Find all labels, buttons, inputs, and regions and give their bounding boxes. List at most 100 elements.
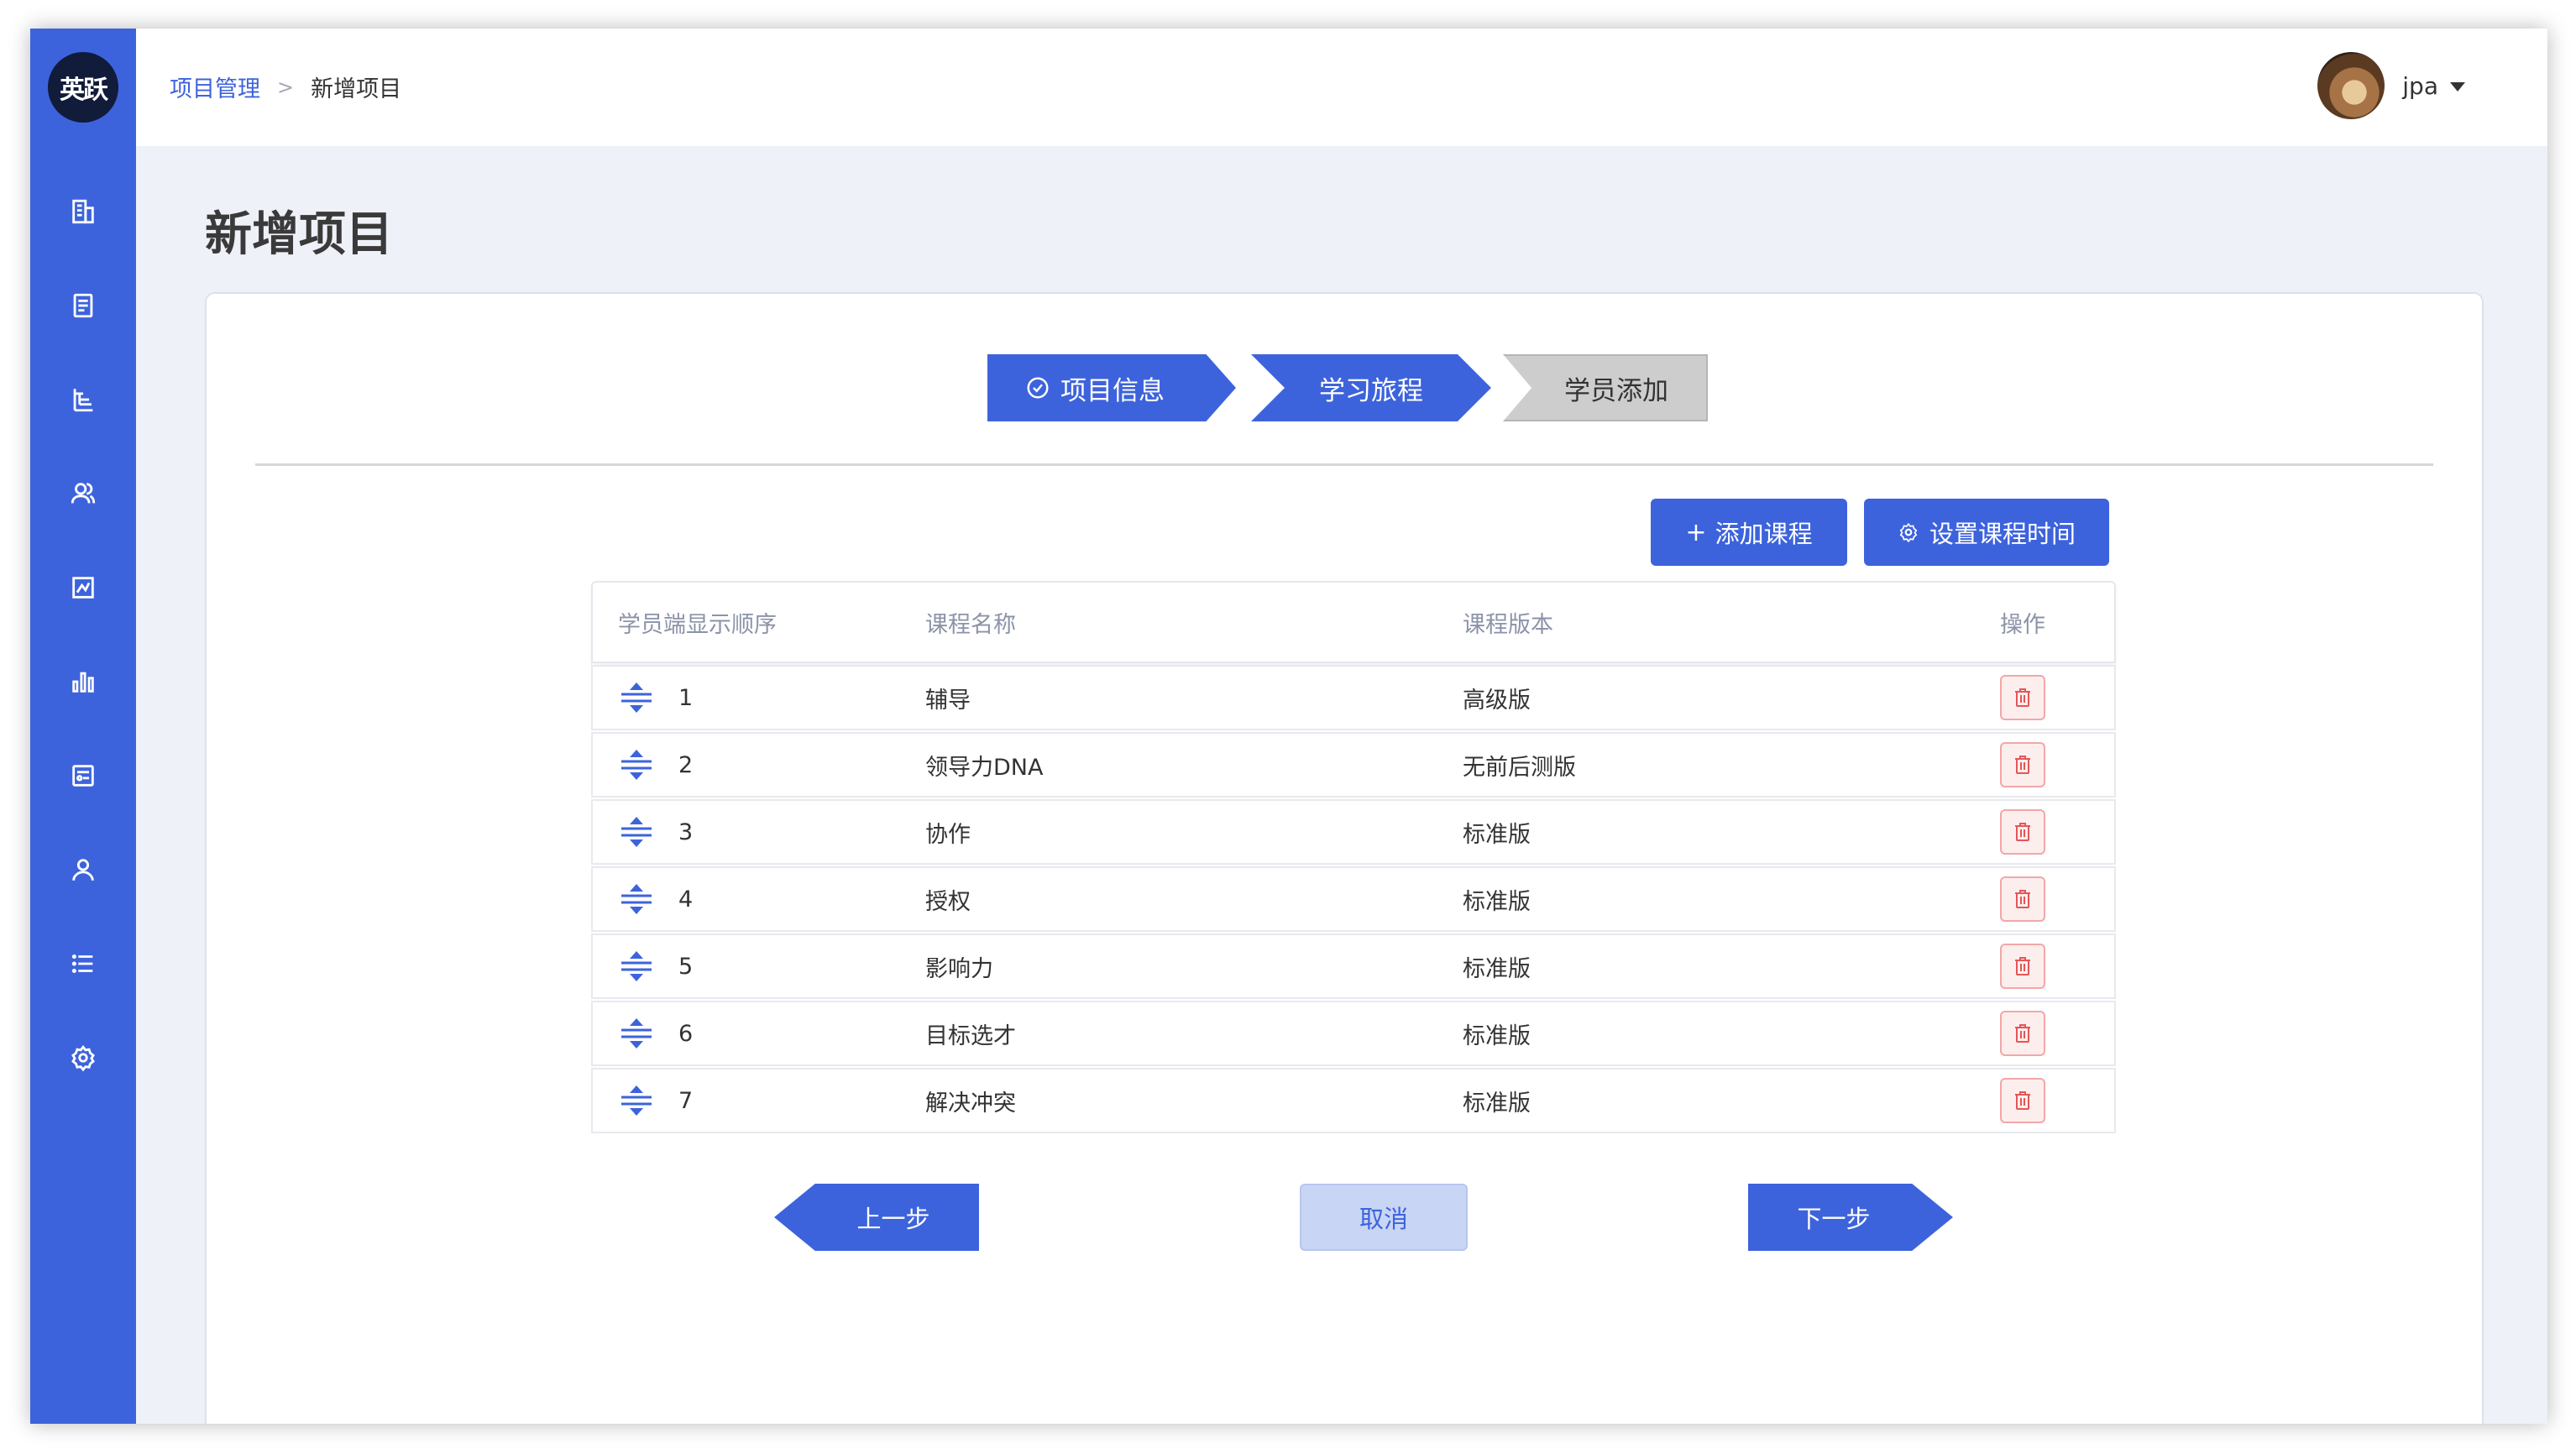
delete-button[interactable] xyxy=(2000,876,2045,922)
order-cell: 4 xyxy=(593,882,925,916)
app-logo[interactable]: 英跃 xyxy=(48,52,118,123)
order-value: 7 xyxy=(678,1087,694,1114)
page-title: 新增项目 xyxy=(205,207,393,262)
check-circle-icon xyxy=(1027,377,1049,399)
analytics-icon[interactable] xyxy=(66,571,100,604)
users-icon[interactable] xyxy=(66,477,100,510)
order-value: 6 xyxy=(678,1020,694,1047)
content-card: 项目信息 学习旅程 学员添加 + 添加课程 设置课程时间 学员端显示顺序 课程名… xyxy=(205,292,2484,1424)
course-name: 影响力 xyxy=(925,955,993,982)
list-icon[interactable] xyxy=(66,947,100,981)
user-icon[interactable] xyxy=(66,853,100,887)
delete-button[interactable] xyxy=(2000,809,2045,855)
document-icon[interactable] xyxy=(66,289,100,322)
previous-step-button[interactable]: 上一步 xyxy=(774,1184,979,1251)
course-version: 无前后测版 xyxy=(1463,754,1576,781)
trash-icon xyxy=(2015,688,2030,707)
actions-cell xyxy=(2000,944,2114,989)
trash-icon xyxy=(2015,823,2030,841)
add-course-label: 添加课程 xyxy=(1715,520,1813,548)
report-icon[interactable] xyxy=(66,759,100,792)
drag-sort-icon[interactable] xyxy=(618,1084,655,1117)
course-version: 标准版 xyxy=(1463,955,1531,982)
actions-cell xyxy=(2000,876,2114,922)
top-header: 项目管理 > 新增项目 jpa xyxy=(136,29,2547,146)
delete-button[interactable] xyxy=(2000,742,2045,787)
breadcrumb-project-management[interactable]: 项目管理 xyxy=(170,71,260,103)
course-name: 授权 xyxy=(925,888,971,915)
breadcrumb: 项目管理 > 新增项目 xyxy=(170,71,401,103)
app-window: 英跃 项目管理 > 新增项目 jpa 新增项目 项目信息 学习旅程 学员添加 +… xyxy=(30,29,2547,1424)
course-name: 辅导 xyxy=(925,687,971,714)
divider xyxy=(255,463,2433,466)
table-row: 1 辅导 高级版 xyxy=(591,665,2116,730)
drag-sort-icon[interactable] xyxy=(618,815,655,849)
course-name: 解决冲突 xyxy=(925,1090,1016,1117)
actions-cell xyxy=(2000,675,2114,720)
column-header-course-version: 课程版本 xyxy=(1463,611,1553,638)
order-value: 5 xyxy=(678,953,694,980)
column-header-actions: 操作 xyxy=(2000,611,2045,638)
previous-step-label: 上一步 xyxy=(856,1205,930,1233)
step-label: 学习旅程 xyxy=(1319,375,1423,406)
cancel-label: 取消 xyxy=(1359,1205,1408,1233)
step-learning-journey[interactable]: 学习旅程 xyxy=(1251,354,1491,421)
step-project-info[interactable]: 项目信息 xyxy=(987,354,1236,421)
set-time-label: 设置课程时间 xyxy=(1929,520,2076,548)
order-value: 2 xyxy=(678,751,694,778)
chevron-right-icon: > xyxy=(277,75,295,99)
course-version: 标准版 xyxy=(1463,888,1531,915)
cancel-button[interactable]: 取消 xyxy=(1300,1184,1468,1251)
avatar[interactable] xyxy=(2317,52,2385,119)
next-step-label: 下一步 xyxy=(1797,1205,1871,1233)
order-value: 4 xyxy=(678,886,694,913)
course-version: 标准版 xyxy=(1463,821,1531,848)
set-course-time-button[interactable]: 设置课程时间 xyxy=(1864,499,2109,566)
order-cell: 5 xyxy=(593,949,925,983)
delete-button[interactable] xyxy=(2000,1011,2045,1056)
drag-sort-icon[interactable] xyxy=(618,748,655,782)
building-icon[interactable] xyxy=(66,195,100,228)
order-value: 3 xyxy=(678,819,694,845)
add-course-button[interactable]: + 添加课程 xyxy=(1651,499,1847,566)
order-cell: 3 xyxy=(593,815,925,849)
org-chart-icon[interactable] xyxy=(66,383,100,416)
delete-button[interactable] xyxy=(2000,1078,2045,1123)
course-version: 标准版 xyxy=(1463,1090,1531,1117)
step-label: 项目信息 xyxy=(1060,375,1165,406)
course-table: 学员端显示顺序 课程名称 课程版本 操作 1 辅导 高级版 2 领导力DNA 无前后测版 3… xyxy=(591,581,2116,1133)
next-step-button[interactable]: 下一步 xyxy=(1748,1184,1953,1251)
order-cell: 1 xyxy=(593,681,925,714)
drag-sort-icon[interactable] xyxy=(618,882,655,916)
drag-sort-icon[interactable] xyxy=(618,949,655,983)
breadcrumb-current: 新增项目 xyxy=(311,76,402,102)
table-row: 7 解决冲突 标准版 xyxy=(591,1068,2116,1133)
trash-icon xyxy=(2015,890,2030,908)
step-add-students[interactable]: 学员添加 xyxy=(1503,354,1708,421)
caret-down-icon[interactable] xyxy=(2450,82,2465,92)
trash-icon xyxy=(2015,957,2030,975)
order-cell: 6 xyxy=(593,1017,925,1050)
sidebar: 英跃 xyxy=(30,29,136,1424)
drag-sort-icon[interactable] xyxy=(618,1017,655,1050)
settings-icon[interactable] xyxy=(66,1041,100,1075)
table-row: 2 领导力DNA 无前后测版 xyxy=(591,732,2116,798)
order-value: 1 xyxy=(678,684,694,711)
table-row: 6 目标选才 标准版 xyxy=(591,1001,2116,1066)
drag-sort-icon[interactable] xyxy=(618,681,655,714)
order-cell: 2 xyxy=(593,748,925,782)
table-row: 4 授权 标准版 xyxy=(591,866,2116,932)
delete-button[interactable] xyxy=(2000,944,2045,989)
table-header: 学员端显示顺序 课程名称 课程版本 操作 xyxy=(591,581,2116,663)
column-header-order: 学员端显示顺序 xyxy=(618,611,777,638)
delete-button[interactable] xyxy=(2000,675,2045,720)
course-name: 领导力DNA xyxy=(925,754,1044,781)
user-name[interactable]: jpa xyxy=(2402,72,2438,100)
logo-text: 英跃 xyxy=(60,76,108,105)
trash-icon xyxy=(2015,1024,2030,1043)
bar-chart-icon[interactable] xyxy=(66,665,100,698)
actions-cell xyxy=(2000,809,2114,855)
actions-cell xyxy=(2000,1011,2114,1056)
course-name: 目标选才 xyxy=(925,1023,1016,1049)
trash-icon xyxy=(2015,1091,2030,1110)
